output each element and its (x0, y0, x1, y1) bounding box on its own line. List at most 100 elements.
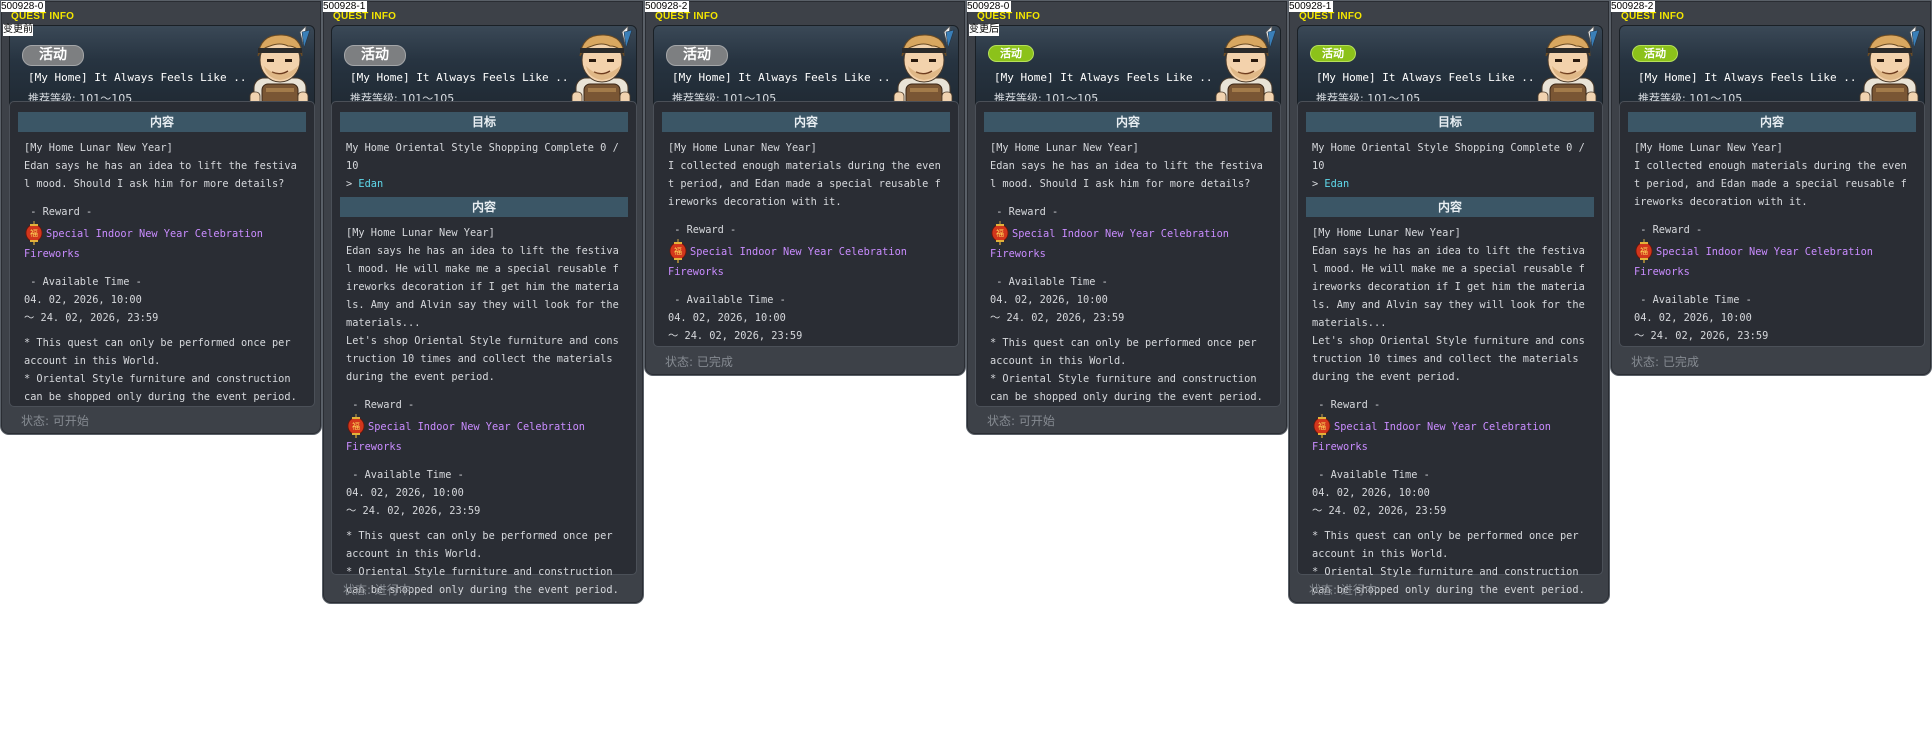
quest-description: [My Home Lunar New Year] Edan says he ha… (24, 142, 297, 190)
quest-info-label: QUEST INFO (1621, 11, 1685, 22)
event-badge: 活动 (1310, 45, 1356, 62)
section-content-header: 内容 (1306, 197, 1594, 217)
event-badge: 活动 (666, 45, 728, 66)
reward-heading: - Reward - (990, 206, 1059, 218)
quest-description: [My Home Lunar New Year] Edan says he ha… (346, 227, 619, 383)
quest-panel-progress-before: 500928-1 QUEST INFO 活动 [My Home] It Alwa… (322, 0, 644, 604)
note-shop-period: * Oriental Style furniture and construct… (24, 373, 297, 403)
event-badge: 活动 (1632, 45, 1678, 62)
time-start: 04. 02, 2026, 10:00 (1634, 312, 1752, 324)
quest-body: 内容 [My Home Lunar New Year] Edan says he… (975, 101, 1281, 407)
quest-description-label: [My Home Lunar New Year] (1634, 142, 1783, 154)
time-end: ～ 24. 02, 2026, 23:59 (1312, 505, 1447, 517)
firework-lantern-icon: 福 (347, 414, 365, 438)
quest-status: 状态: 已完成 (665, 355, 733, 369)
quest-body: 内容 [My Home Lunar New Year] I collected … (1619, 101, 1925, 347)
quest-info-label: QUEST INFO (11, 11, 75, 22)
reward-item[interactable]: 福 Special Indoor New Year Celebration Fi… (1620, 239, 1924, 281)
time-start: 04. 02, 2026, 10:00 (346, 487, 464, 499)
quest-body: 内容 [My Home Lunar New Year] I collected … (653, 101, 959, 347)
goal-npc-row[interactable]: > Edan (1298, 175, 1602, 193)
svg-text:福: 福 (1318, 422, 1326, 431)
time-end: ～ 24. 02, 2026, 23:59 (346, 505, 481, 517)
reward-heading: - Reward - (346, 399, 415, 411)
quest-panel-progress-after: 500928-1 QUEST INFO 活动 [My Home] It Alwa… (1288, 0, 1610, 604)
quest-panel-complete-before: 500928-2 QUEST INFO 活动 [My Home] It Alwa… (644, 0, 966, 376)
quest-body: 目标 My Home Oriental Style Shopping Compl… (1297, 101, 1603, 596)
quest-status: 状态: 可开始 (21, 414, 89, 428)
time-heading: - Available Time - (346, 469, 464, 481)
firework-lantern-icon: 福 (1635, 239, 1653, 263)
reward-item-label: Special Indoor New Year Celebration Fire… (1312, 421, 1551, 453)
reward-item[interactable]: 福 Special Indoor New Year Celebration Fi… (10, 221, 314, 263)
reward-item-label: Special Indoor New Year Celebration Fire… (1634, 246, 1873, 278)
section-goal-header: 目标 (1306, 112, 1594, 132)
goal-arrow: > (1312, 178, 1325, 190)
quest-panel-complete-after: 500928-2 QUEST INFO 活动 [My Home] It Alwa… (1610, 0, 1932, 376)
reward-item[interactable]: 福 Special Indoor New Year Celebration Fi… (976, 221, 1280, 263)
reward-item-label: Special Indoor New Year Celebration Fire… (346, 421, 585, 453)
reward-item-label: Special Indoor New Year Celebration Fire… (24, 228, 263, 260)
goal-npc-row[interactable]: > Edan (332, 175, 636, 193)
time-start: 04. 02, 2026, 10:00 (668, 312, 786, 324)
reward-item[interactable]: 福 Special Indoor New Year Celebration Fi… (1298, 414, 1602, 456)
quest-description: I collected enough materials during the … (668, 160, 941, 208)
quest-title: [My Home] It Always Feels Like .. (994, 71, 1213, 84)
quest-panel-start-before: 500928-0 QUEST INFO 变更前 活动 [My Home] It … (0, 0, 322, 435)
note-once-per-account: * This quest can only be performed once … (346, 530, 619, 560)
goal-text: My Home Oriental Style Shopping Complete… (346, 142, 625, 172)
reward-heading: - Reward - (668, 224, 737, 236)
time-end: ～ 24. 02, 2026, 23:59 (990, 312, 1125, 324)
time-start: 04. 02, 2026, 10:00 (1312, 487, 1430, 499)
reward-item[interactable]: 福 Special Indoor New Year Celebration Fi… (654, 239, 958, 281)
time-start: 04. 02, 2026, 10:00 (990, 294, 1108, 306)
reward-heading: - Reward - (24, 206, 93, 218)
time-heading: - Available Time - (1634, 294, 1752, 306)
quest-body: 内容 [My Home Lunar New Year] Edan says he… (9, 101, 315, 407)
quest-description: [My Home Lunar New Year] Edan says he ha… (990, 142, 1263, 190)
section-content-header: 内容 (984, 112, 1272, 132)
note-once-per-account: * This quest can only be performed once … (24, 337, 297, 367)
event-badge: 活动 (344, 45, 406, 66)
quest-description: I collected enough materials during the … (1634, 160, 1907, 208)
goal-arrow: > (346, 178, 359, 190)
reward-item[interactable]: 福 Special Indoor New Year Celebration Fi… (332, 414, 636, 456)
time-heading: - Available Time - (24, 276, 142, 288)
note-shop-period: * Oriental Style furniture and construct… (990, 373, 1263, 403)
section-goal-header: 目标 (340, 112, 628, 132)
firework-lantern-icon: 福 (25, 221, 43, 245)
reward-item-label: Special Indoor New Year Celebration Fire… (990, 228, 1229, 260)
section-content-header: 内容 (340, 197, 628, 217)
quest-status: 状态: 可开始 (987, 414, 1055, 428)
quest-body: 目标 My Home Oriental Style Shopping Compl… (331, 101, 637, 596)
quest-status: 状态: 进行中 (343, 583, 411, 597)
time-start: 04. 02, 2026, 10:00 (24, 294, 142, 306)
quest-description-label: [My Home Lunar New Year] (668, 142, 817, 154)
note-once-per-account: * This quest can only be performed once … (1312, 530, 1585, 560)
quest-title: [My Home] It Always Feels Like .. (1638, 71, 1857, 84)
quest-info-label: QUEST INFO (655, 11, 719, 22)
section-content-header: 内容 (18, 112, 306, 132)
time-heading: - Available Time - (1312, 469, 1430, 481)
time-end: ～ 24. 02, 2026, 23:59 (1634, 330, 1769, 342)
event-badge: 活动 (22, 45, 84, 66)
quest-status: 状态: 进行中 (1309, 583, 1377, 597)
quest-title: [My Home] It Always Feels Like .. (350, 71, 569, 84)
svg-text:福: 福 (352, 422, 360, 431)
quest-title: [My Home] It Always Feels Like .. (672, 71, 891, 84)
section-content-header: 内容 (662, 112, 950, 132)
goal-text: My Home Oriental Style Shopping Complete… (1312, 142, 1591, 172)
goal-npc-name: Edan (358, 178, 384, 190)
quest-status: 状态: 已完成 (1631, 355, 1699, 369)
reward-item-label: Special Indoor New Year Celebration Fire… (668, 246, 907, 278)
svg-text:福: 福 (996, 229, 1004, 238)
quest-title: [My Home] It Always Feels Like .. (28, 71, 247, 84)
time-end: ～ 24. 02, 2026, 23:59 (24, 312, 159, 324)
note-once-per-account: * This quest can only be performed once … (990, 337, 1263, 367)
event-badge: 活动 (988, 45, 1034, 62)
reward-heading: - Reward - (1312, 399, 1381, 411)
goal-npc-name: Edan (1324, 178, 1350, 190)
quest-title: [My Home] It Always Feels Like .. (1316, 71, 1535, 84)
firework-lantern-icon: 福 (991, 221, 1009, 245)
version-label: 变更后 (969, 24, 999, 36)
